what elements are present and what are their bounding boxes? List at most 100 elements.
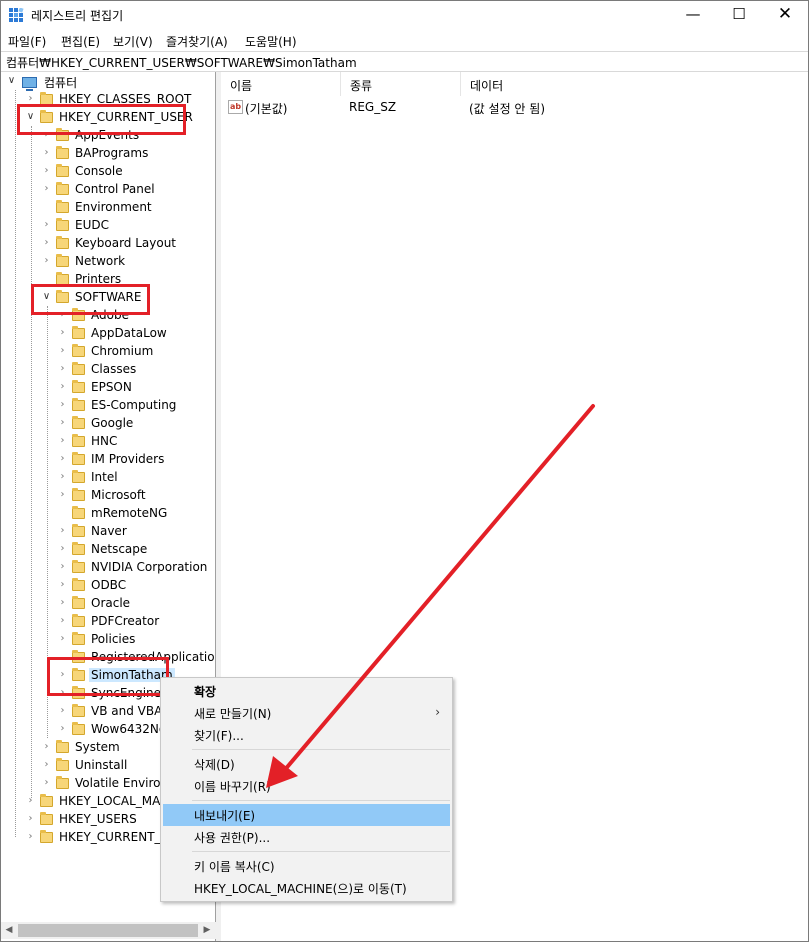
address-path[interactable]: 컴퓨터₩HKEY_CURRENT_USER₩SOFTWARE₩SimonTath… xyxy=(6,54,357,71)
highlight-box-software xyxy=(31,284,150,315)
chevron-right-icon[interactable]: › xyxy=(57,525,68,536)
menu-item-new[interactable]: 새로 만들기(N) › xyxy=(163,702,450,724)
chevron-right-icon[interactable]: › xyxy=(41,147,52,158)
column-header-data[interactable]: 데이터 xyxy=(461,72,809,96)
chevron-right-icon[interactable]: › xyxy=(57,363,68,374)
string-value-icon: ab xyxy=(228,100,243,114)
chevron-right-icon[interactable]: › xyxy=(41,777,52,788)
chevron-right-icon[interactable]: › xyxy=(57,435,68,446)
chevron-right-icon[interactable]: › xyxy=(25,93,36,104)
chevron-right-icon[interactable]: › xyxy=(25,795,36,806)
menu-help[interactable]: 도움말(H) xyxy=(245,33,297,50)
menu-favorites[interactable]: 즐겨찾기(A) xyxy=(166,33,228,50)
chevron-right-icon[interactable]: › xyxy=(41,741,52,752)
tree-item-microsoft[interactable]: › Microsoft xyxy=(0,487,215,505)
folder-icon xyxy=(72,722,85,735)
chevron-right-icon[interactable]: › xyxy=(41,237,52,248)
chevron-right-icon[interactable]: › xyxy=(57,471,68,482)
tree-item-im-providers[interactable]: › IM Providers xyxy=(0,451,215,469)
tree-item-epson[interactable]: › EPSON xyxy=(0,379,215,397)
menu-item-find[interactable]: 찾기(F)... xyxy=(163,724,450,746)
chevron-right-icon[interactable]: › xyxy=(57,327,68,338)
folder-icon xyxy=(40,830,53,843)
scroll-right-icon[interactable]: ▶ xyxy=(199,923,215,938)
menu-item-delete[interactable]: 삭제(D) xyxy=(163,753,450,775)
menu-item-permissions[interactable]: 사용 권한(P)... xyxy=(163,826,450,848)
tree-item-console[interactable]: › Console xyxy=(0,163,215,181)
minimize-button[interactable]: — xyxy=(670,0,716,30)
menu-view[interactable]: 보기(V) xyxy=(113,33,153,50)
tree-item-classes[interactable]: › Classes xyxy=(0,361,215,379)
tree-horizontal-scrollbar[interactable]: ◀ ▶ xyxy=(0,922,216,939)
chevron-right-icon[interactable]: › xyxy=(25,813,36,824)
chevron-right-icon[interactable]: › xyxy=(41,183,52,194)
tree-item-odbc[interactable]: › ODBC xyxy=(0,577,215,595)
chevron-right-icon[interactable]: › xyxy=(57,705,68,716)
chevron-right-icon[interactable]: › xyxy=(57,723,68,734)
chevron-right-icon[interactable]: › xyxy=(41,255,52,266)
menu-item-goto-hklm[interactable]: HKEY_LOCAL_MACHINE(으)로 이동(T) xyxy=(163,877,450,899)
chevron-right-icon[interactable]: › xyxy=(57,489,68,500)
tree-item-netscape[interactable]: › Netscape xyxy=(0,541,215,559)
menu-edit[interactable]: 편집(E) xyxy=(61,33,100,50)
chevron-right-icon[interactable]: › xyxy=(41,759,52,770)
menu-item-export[interactable]: 내보내기(E) xyxy=(163,804,450,826)
window-title: 레지스트리 편집기 xyxy=(31,9,124,23)
chevron-right-icon[interactable]: › xyxy=(57,381,68,392)
tree-item-mremoteng[interactable]: mRemoteNG xyxy=(0,505,215,523)
tree-item-google[interactable]: › Google xyxy=(0,415,215,433)
chevron-right-icon[interactable]: › xyxy=(57,615,68,626)
chevron-right-icon[interactable]: › xyxy=(57,417,68,428)
menu-file[interactable]: 파일(F) xyxy=(8,33,46,50)
maximize-button[interactable]: ☐ xyxy=(716,0,762,30)
menu-item-expand[interactable]: 확장 xyxy=(163,680,450,702)
folder-icon xyxy=(72,398,85,411)
tree-item-hnc[interactable]: › HNC xyxy=(0,433,215,451)
tree-item-baprograms[interactable]: › BAPrograms xyxy=(0,145,215,163)
tree-item-control-panel[interactable]: › Control Panel xyxy=(0,181,215,199)
tree-item-network[interactable]: › Network xyxy=(0,253,215,271)
chevron-right-icon[interactable]: › xyxy=(57,543,68,554)
scroll-thumb[interactable] xyxy=(18,924,198,937)
menu-bar: 파일(F) 편집(E) 보기(V) 즐겨찾기(A) 도움말(H) xyxy=(0,31,809,50)
address-bar[interactable]: 컴퓨터₩HKEY_CURRENT_USER₩SOFTWARE₩SimonTath… xyxy=(0,51,809,72)
tree-item-pdfcreator[interactable]: › PDFCreator xyxy=(0,613,215,631)
tree-item-appdatalow[interactable]: › AppDataLow xyxy=(0,325,215,343)
value-type: REG_SZ xyxy=(349,100,397,114)
folder-icon xyxy=(72,488,85,501)
value-row[interactable]: ab (기본값) REG_SZ (값 설정 안 됨) xyxy=(221,99,809,117)
tree-item-nvidia-corporation[interactable]: › NVIDIA Corporation xyxy=(0,559,215,577)
tree-item-computer[interactable]: ∨ 컴퓨터 xyxy=(0,73,215,91)
close-button[interactable]: ✕ xyxy=(762,0,808,30)
tree-item-keyboard-layout[interactable]: › Keyboard Layout xyxy=(0,235,215,253)
menu-item-rename[interactable]: 이름 바꾸기(R) xyxy=(163,775,450,797)
column-header-type[interactable]: 종류 xyxy=(341,72,461,96)
tree-item-es-computing[interactable]: › ES-Computing xyxy=(0,397,215,415)
chevron-right-icon[interactable]: › xyxy=(57,633,68,644)
tree-item-intel[interactable]: › Intel xyxy=(0,469,215,487)
folder-icon xyxy=(40,794,53,807)
chevron-right-icon[interactable]: › xyxy=(57,345,68,356)
tree-item-oracle[interactable]: › Oracle xyxy=(0,595,215,613)
tree-item-environment[interactable]: Environment xyxy=(0,199,215,217)
tree-item-policies[interactable]: › Policies xyxy=(0,631,215,649)
tree-item-eudc[interactable]: › EUDC xyxy=(0,217,215,235)
chevron-right-icon[interactable]: › xyxy=(41,219,52,230)
chevron-down-icon[interactable]: ∨ xyxy=(6,75,17,86)
column-header-name[interactable]: 이름 xyxy=(221,72,341,96)
tree-label: Intel xyxy=(91,470,118,484)
folder-icon xyxy=(72,632,85,645)
chevron-right-icon[interactable]: › xyxy=(57,597,68,608)
chevron-right-icon[interactable]: › xyxy=(25,831,36,842)
menu-item-copy-key-name[interactable]: 키 이름 복사(C) xyxy=(163,855,450,877)
tree-label: Naver xyxy=(91,524,127,538)
tree-label: AppDataLow xyxy=(91,326,167,340)
chevron-right-icon[interactable]: › xyxy=(57,579,68,590)
tree-item-chromium[interactable]: › Chromium xyxy=(0,343,215,361)
chevron-right-icon[interactable]: › xyxy=(57,561,68,572)
chevron-right-icon[interactable]: › xyxy=(57,453,68,464)
tree-item-naver[interactable]: › Naver xyxy=(0,523,215,541)
chevron-right-icon[interactable]: › xyxy=(57,399,68,410)
chevron-right-icon[interactable]: › xyxy=(41,165,52,176)
scroll-left-icon[interactable]: ◀ xyxy=(1,923,17,938)
